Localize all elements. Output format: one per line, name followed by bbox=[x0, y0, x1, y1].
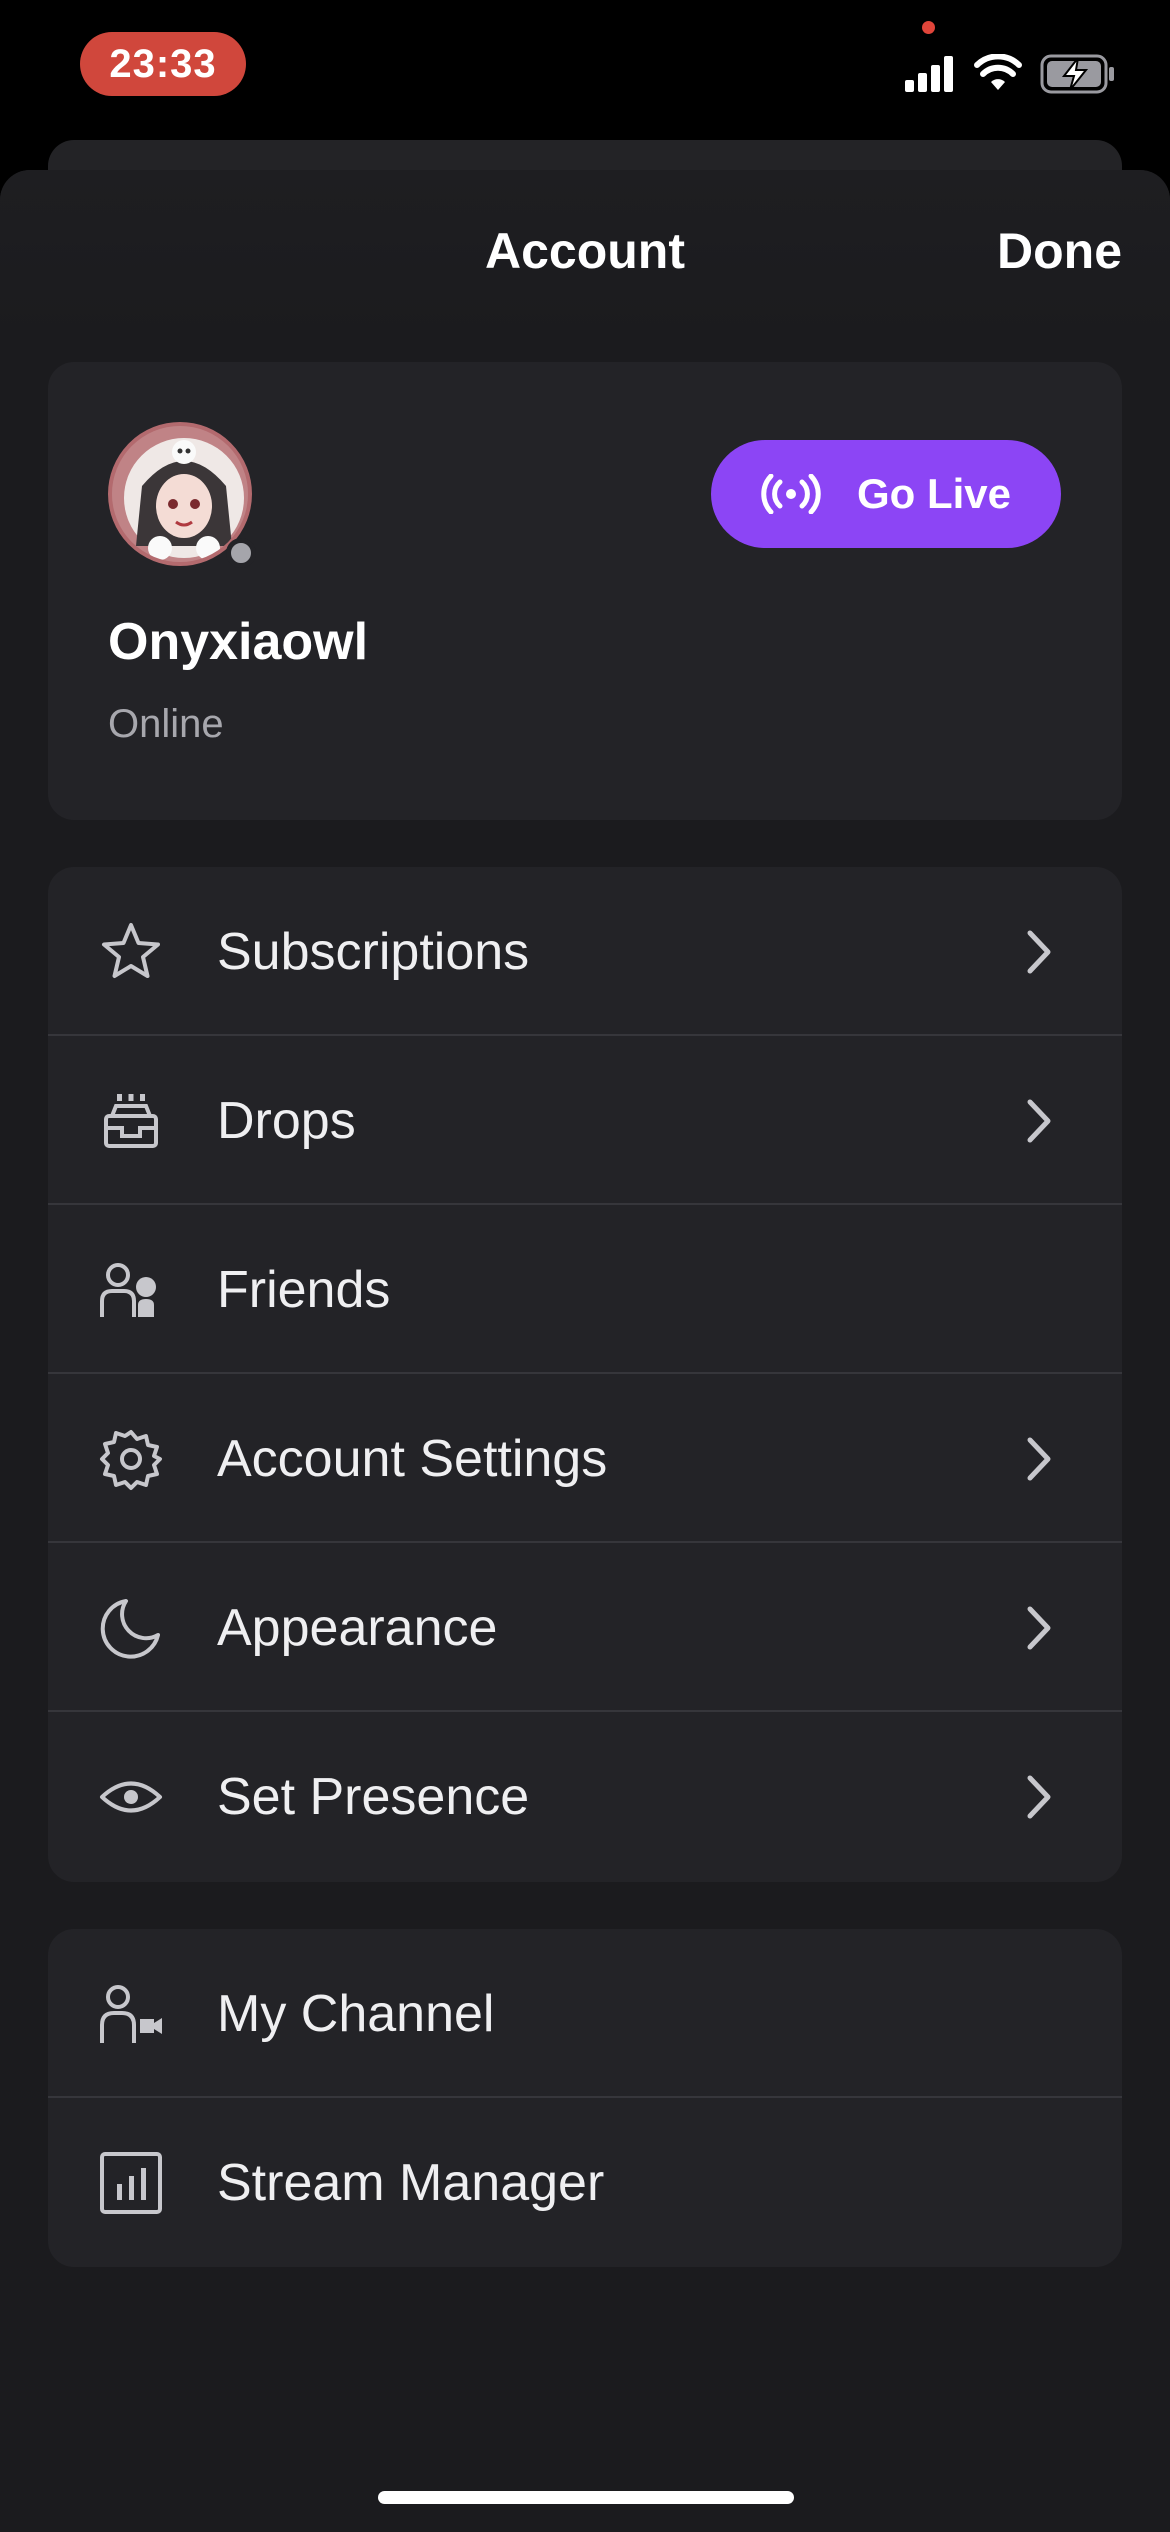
creator-menu: My Channel Stream Manager bbox=[48, 1929, 1122, 2267]
menu-item-label: Appearance bbox=[217, 1598, 498, 1657]
menu-item-drops[interactable]: Drops bbox=[48, 1036, 1122, 1205]
eye-icon bbox=[100, 1781, 162, 1812]
menu-item-label: Drops bbox=[217, 1091, 356, 1150]
page-title: Account bbox=[485, 223, 685, 279]
moon-icon bbox=[100, 1598, 160, 1659]
drops-icon bbox=[104, 1093, 158, 1148]
done-button[interactable]: Done bbox=[997, 222, 1122, 280]
menu-item-stream-manager[interactable]: Stream Manager bbox=[48, 2098, 1122, 2267]
recording-indicator bbox=[922, 21, 935, 34]
signal-icon bbox=[905, 56, 953, 92]
menu-item-subscriptions[interactable]: Subscriptions bbox=[48, 867, 1122, 1036]
broadcast-icon bbox=[761, 474, 821, 514]
menu-item-label: My Channel bbox=[217, 1984, 495, 2043]
menu-item-label: Stream Manager bbox=[217, 2153, 605, 2212]
go-live-button[interactable]: Go Live bbox=[711, 440, 1061, 548]
menu-item-label: Subscriptions bbox=[217, 922, 530, 981]
status-bar: 23:33 bbox=[0, 0, 1170, 140]
menu-item-friends[interactable]: Friends bbox=[48, 1205, 1122, 1374]
menu-item-set-presence[interactable]: Set Presence bbox=[48, 1712, 1122, 1881]
username: Onyxiaowl bbox=[108, 613, 369, 671]
menu-item-label: Account Settings bbox=[217, 1429, 608, 1488]
menu-item-account-settings[interactable]: Account Settings bbox=[48, 1374, 1122, 1543]
home-indicator[interactable] bbox=[378, 2491, 794, 2504]
star-icon bbox=[102, 922, 160, 978]
profile-card: Onyxiaowl Online Go Live bbox=[48, 362, 1122, 820]
go-live-label: Go Live bbox=[856, 470, 1012, 517]
account-menu: Subscriptions Drops Friends Account Sett… bbox=[48, 867, 1122, 1882]
wifi-icon bbox=[974, 54, 1022, 90]
menu-item-appearance[interactable]: Appearance bbox=[48, 1543, 1122, 1712]
battery-charging-icon bbox=[1040, 54, 1114, 94]
presence-indicator bbox=[226, 538, 256, 568]
user-status: Online bbox=[108, 702, 224, 746]
chevron-right-icon bbox=[1027, 1099, 1051, 1142]
chevron-right-icon bbox=[1027, 1606, 1051, 1649]
menu-item-my-channel[interactable]: My Channel bbox=[48, 1929, 1122, 2098]
chevron-right-icon bbox=[1027, 1437, 1051, 1480]
channel-icon bbox=[100, 1984, 162, 2043]
gear-icon bbox=[100, 1429, 162, 1490]
status-time: 23:33 bbox=[80, 32, 246, 96]
friends-icon bbox=[100, 1262, 156, 1317]
chevron-right-icon bbox=[1027, 930, 1051, 973]
menu-item-label: Friends bbox=[217, 1260, 391, 1319]
chevron-right-icon bbox=[1027, 1775, 1051, 1818]
menu-item-label: Set Presence bbox=[217, 1767, 530, 1826]
stream-manager-icon bbox=[100, 2151, 162, 2214]
